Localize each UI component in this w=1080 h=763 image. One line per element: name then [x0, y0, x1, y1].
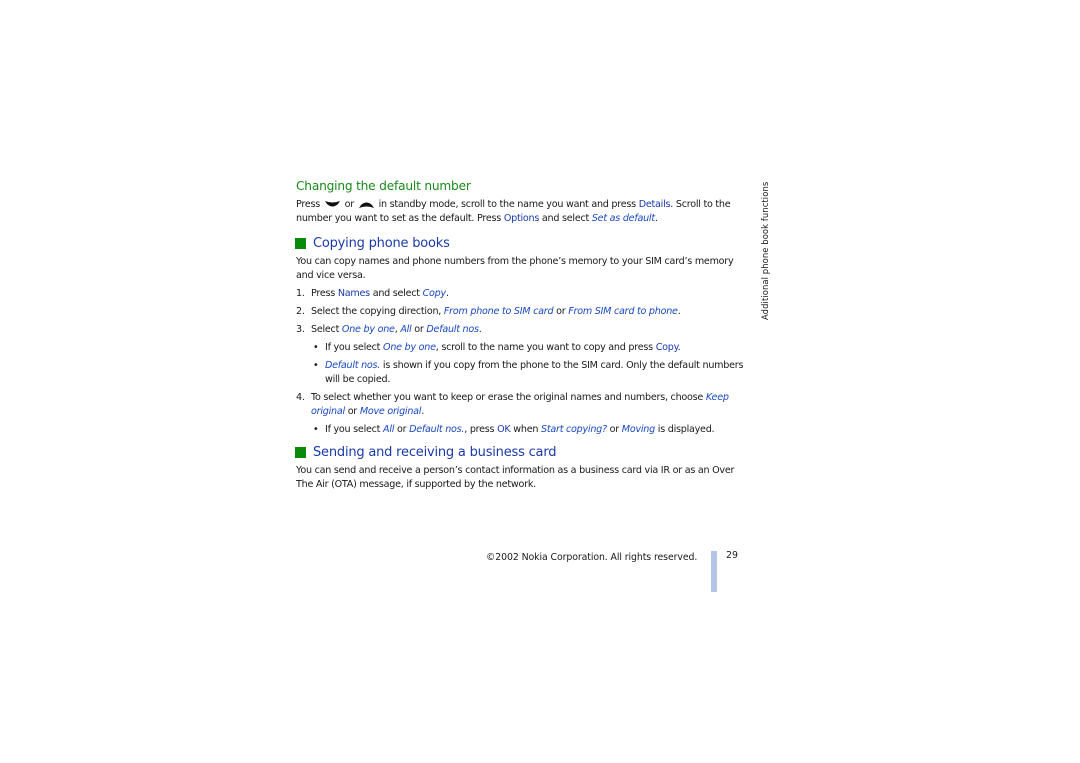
menu-item-copy: Copy	[422, 288, 447, 299]
menu-item-set-as-default: Set as default	[591, 213, 655, 224]
heading-business-card: Sending and receiving a business card	[295, 444, 752, 461]
text: and select	[372, 288, 420, 299]
bullet-item: • Default nos. is shown if you copy from…	[311, 359, 752, 387]
text: .	[421, 406, 425, 417]
keyword-options: Options	[503, 213, 540, 224]
paragraph-default-number: Press or in standby mode, scroll to the …	[296, 198, 752, 226]
text: or	[556, 306, 566, 317]
text: or	[414, 324, 424, 335]
bullet-dot-icon: •	[313, 424, 319, 435]
footer-copyright: ©2002 Nokia Corporation. All rights rese…	[486, 552, 698, 563]
page-number: 29	[726, 550, 738, 561]
step-2: 2. Select the copying direction, From ph…	[296, 305, 752, 319]
page-content: Changing the default number Press or in …	[295, 178, 752, 496]
step-number: 1.	[296, 288, 305, 299]
scroll-down-key-icon	[324, 200, 340, 206]
text: , scroll to the name you want to copy an…	[435, 342, 653, 353]
green-square-bullet-icon	[295, 238, 306, 249]
text: .	[445, 288, 449, 299]
text: If you select	[325, 424, 381, 435]
heading-text: Copying phone books	[313, 236, 450, 251]
keyword-names: Names	[337, 288, 370, 299]
menu-item-all: All	[400, 324, 412, 335]
text: Press	[311, 288, 335, 299]
bullet-item: • If you select All or Default nos., pre…	[311, 423, 752, 437]
menu-item-sim-to-phone: From SIM card to phone	[568, 306, 678, 317]
step-number: 3.	[296, 324, 305, 335]
heading-text: Sending and receiving a business card	[313, 445, 557, 460]
step-number: 2.	[296, 306, 305, 317]
keyword-ok: OK	[497, 424, 511, 435]
prompt-moving: Moving	[621, 424, 655, 435]
text: or	[347, 406, 358, 417]
text: in standby mode, scroll to the name you …	[378, 199, 637, 210]
text: To select whether you want to keep or er…	[311, 392, 704, 403]
menu-item-default-nos: Default nos.	[409, 424, 465, 435]
menu-item-phone-to-sim: From phone to SIM card	[443, 306, 554, 317]
bullet-dot-icon: •	[313, 342, 319, 353]
text: .	[677, 342, 681, 353]
keyword-copy: Copy	[655, 342, 678, 353]
bullet-dot-icon: •	[313, 360, 319, 371]
scroll-up-key-icon	[358, 202, 374, 208]
menu-item-move-original: Move original	[359, 406, 422, 417]
menu-item-one-by-one: One by one	[383, 342, 436, 353]
text: Press	[296, 199, 320, 210]
text: Select the copying direction,	[311, 306, 442, 317]
text: .	[677, 306, 681, 317]
paragraph-copying-intro: You can copy names and phone numbers fro…	[296, 256, 734, 281]
text: when	[513, 424, 539, 435]
green-square-bullet-icon	[295, 447, 306, 458]
heading-copying-phone-books: Copying phone books	[295, 235, 752, 252]
paragraph-business-card-intro: You can send and receive a person’s cont…	[296, 465, 735, 490]
text: .	[478, 324, 482, 335]
text: is displayed.	[657, 424, 715, 435]
prompt-start-copying: Start copying?	[541, 424, 607, 435]
menu-item-default-nos: Default nos.	[325, 360, 381, 371]
menu-item-one-by-one: One by one	[341, 324, 395, 335]
text: and select	[541, 213, 590, 224]
text: or	[396, 424, 407, 435]
copy-steps-list: 1. Press Names and select Copy. 2. Selec…	[296, 287, 752, 437]
chapter-side-label: Additional phone book functions	[760, 181, 770, 320]
menu-item-default-nos: Default nos	[426, 324, 479, 335]
text: , press	[464, 424, 495, 435]
step-4: 4. To select whether you want to keep or…	[296, 391, 752, 437]
subheading-changing-default-number: Changing the default number	[296, 179, 471, 193]
step-4-bullets: • If you select All or Default nos., pre…	[311, 423, 752, 437]
text: or	[609, 424, 620, 435]
keyword-details: Details	[638, 199, 671, 210]
step-3-bullets: • If you select One by one, scroll to th…	[311, 341, 752, 387]
text: If you select	[325, 342, 381, 353]
text: or	[344, 199, 355, 210]
footer-page-marker-bar	[711, 551, 717, 592]
menu-item-all: All	[383, 424, 395, 435]
text: Select	[311, 324, 340, 335]
text: is shown if you copy from the phone to t…	[325, 360, 744, 385]
text: ,	[394, 324, 398, 335]
step-number: 4.	[296, 392, 305, 403]
step-3: 3. Select One by one, All or Default nos…	[296, 323, 752, 387]
step-1: 1. Press Names and select Copy.	[296, 287, 752, 301]
bullet-item: • If you select One by one, scroll to th…	[311, 341, 752, 355]
text: .	[654, 213, 658, 224]
